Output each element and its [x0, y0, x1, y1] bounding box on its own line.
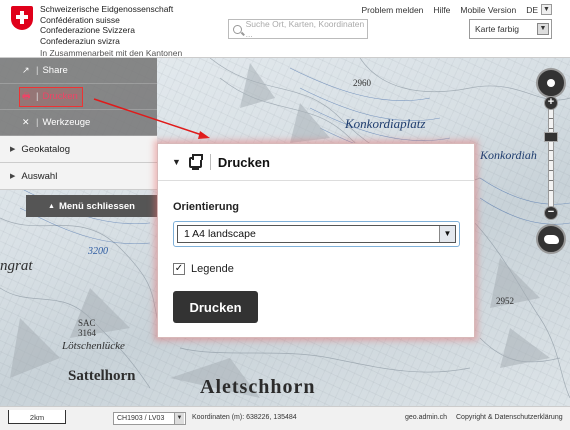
map-label-lotschenlucke: Lötschenlücke [62, 340, 125, 352]
search-placeholder: Suche Ort, Karten, Koordinaten ... [245, 19, 365, 39]
legend-label: Legende [191, 263, 234, 275]
confed-line-1: Schweizerische Eidgenossenschaft [40, 4, 174, 14]
zoom-tick [549, 160, 553, 161]
confed-line-2: Confédération suisse [40, 14, 120, 25]
map-label-elevation-2960: 2960 [353, 78, 371, 88]
orientation-label: Orientierung [173, 201, 240, 213]
domain-link[interactable]: geo.admin.ch [405, 414, 447, 421]
search-input[interactable]: Suche Ort, Karten, Koordinaten ... [228, 19, 368, 39]
menu-item-label: Share [42, 65, 68, 76]
menu-item-highlight[interactable]: 🖶 | Drucken [19, 86, 83, 107]
zoom-tick [549, 150, 553, 151]
header-separator [209, 154, 211, 170]
zoom-tick [549, 170, 553, 171]
projection-select[interactable]: CH1903 / LV03 ▼ [113, 412, 186, 425]
print-panel: ▼ Drucken Orientierung 1 A4 landscape ▼ … [157, 143, 475, 338]
chevron-down-icon[interactable]: ▼ [174, 413, 184, 424]
map-label-elevation-3200: 3200 [88, 246, 108, 257]
map-label-grat: ngrat [0, 258, 33, 274]
report-problem-link[interactable]: Problem melden [362, 5, 424, 15]
confed-line-3: Confederazione Svizzera [40, 25, 135, 35]
menu-section-label: Auswahl [21, 170, 58, 182]
caret-right-icon: ▶ [10, 173, 16, 180]
confederation-logo-text[interactable]: Schweizerische Eidgenossenschaft Confédé… [40, 4, 182, 59]
layer-select-value: Karte farbig [475, 24, 519, 34]
confed-line-4: Confederaziun svizra [40, 35, 120, 46]
menu-separator: | [36, 91, 39, 102]
zoom-tick [549, 118, 553, 119]
menu-item-werkzeuge[interactable]: ✕ | Werkzeuge [0, 110, 157, 136]
close-menu-button[interactable]: ▲ Menü schliessen [26, 195, 157, 217]
map-label-sac: SAC [78, 318, 96, 328]
coordinates-readout: Koordinaten (m): 638226, 135484 [192, 414, 297, 421]
background-layer-select[interactable]: Karte farbig ▼ [469, 19, 552, 39]
zoom-in-button[interactable]: + [544, 96, 558, 110]
zoom-slider-handle[interactable] [544, 132, 558, 142]
search-icon [233, 24, 242, 34]
menu-section-label: Geokatalog [21, 143, 70, 155]
language-select[interactable]: DE ▼ [526, 4, 552, 15]
top-links: Problem melden Hilfe Mobile Version DE ▼ [362, 4, 552, 15]
caret-right-icon: ▶ [10, 146, 16, 153]
zoom-to-switzerland-button[interactable] [536, 224, 566, 254]
tools-icon: ✕ [22, 117, 30, 127]
cooperation-text: In Zusammenarbeit mit den Kantonen [40, 48, 183, 58]
print-panel-title: Drucken [217, 154, 270, 170]
map-label-aletschhorn: Aletschhorn [200, 376, 316, 398]
zoom-tick [549, 128, 553, 129]
mobile-version-link[interactable]: Mobile Version [460, 5, 516, 15]
print-button[interactable]: Drucken [173, 291, 258, 323]
header: Schweizerische Eidgenossenschaft Confédé… [0, 0, 570, 58]
menu-item-label: Drucken [42, 91, 78, 102]
chevron-down-icon[interactable]: ▼ [537, 23, 549, 35]
chevron-down-icon[interactable]: ▼ [439, 226, 455, 242]
menu-item-drucken[interactable]: 🖶 | Drucken [0, 84, 157, 110]
copyright-link[interactable]: Copyright & Datenschutzerklärung [456, 414, 563, 421]
menu-separator: | [36, 65, 39, 76]
projection-value: CH1903 / LV03 [117, 415, 165, 422]
menu-item-share[interactable]: ↗ | Share [0, 58, 157, 84]
help-link[interactable]: Hilfe [433, 5, 450, 15]
orientation-select-box[interactable]: 1 A4 landscape ▼ [177, 225, 456, 243]
zoom-out-button[interactable]: − [544, 206, 558, 220]
map-label-elevation-3164: 3164 [78, 328, 96, 338]
zoom-tick [549, 180, 553, 181]
map-label-konkordiahutten: Konkordiah [480, 148, 537, 162]
orientation-value: 1 A4 landscape [184, 228, 256, 240]
share-icon: ↗ [22, 65, 30, 75]
map-label-konkordiaplatz: Konkordiaplatz [345, 116, 426, 131]
footer: 2km CH1903 / LV03 ▼ Koordinaten (m): 638… [0, 406, 570, 430]
side-menu: ↗ | Share 🖶 | Drucken ✕ | Werkzeuge ▶ Ge… [0, 58, 157, 217]
menu-section-geokatalog[interactable]: ▶ Geokatalog [0, 136, 157, 163]
swiss-flag-icon[interactable] [11, 6, 33, 30]
scale-bar: 2km [8, 410, 66, 424]
map-label-sattelhorn: Sattelhorn [68, 368, 136, 384]
print-panel-header[interactable]: ▼ Drucken [158, 144, 474, 181]
language-value: DE [526, 4, 538, 15]
printer-icon: 🖶 [22, 90, 31, 101]
chevron-down-icon[interactable]: ▼ [541, 4, 552, 15]
caret-down-icon[interactable]: ▼ [172, 157, 181, 167]
map-label-elevation-2952: 2952 [496, 296, 514, 306]
caret-up-icon: ▲ [48, 202, 55, 210]
geolocate-button[interactable] [536, 68, 566, 98]
orientation-select[interactable]: 1 A4 landscape ▼ [173, 221, 460, 247]
menu-separator: | [36, 117, 39, 128]
legend-checkbox[interactable]: ✓ [173, 263, 185, 275]
menu-section-auswahl[interactable]: ▶ Auswahl [0, 163, 157, 190]
printer-icon [188, 153, 203, 170]
legend-option[interactable]: ✓ Legende [173, 263, 234, 275]
menu-item-label: Werkzeuge [42, 117, 91, 128]
close-menu-label: Menü schliessen [58, 200, 135, 212]
zoom-tick [549, 190, 553, 191]
